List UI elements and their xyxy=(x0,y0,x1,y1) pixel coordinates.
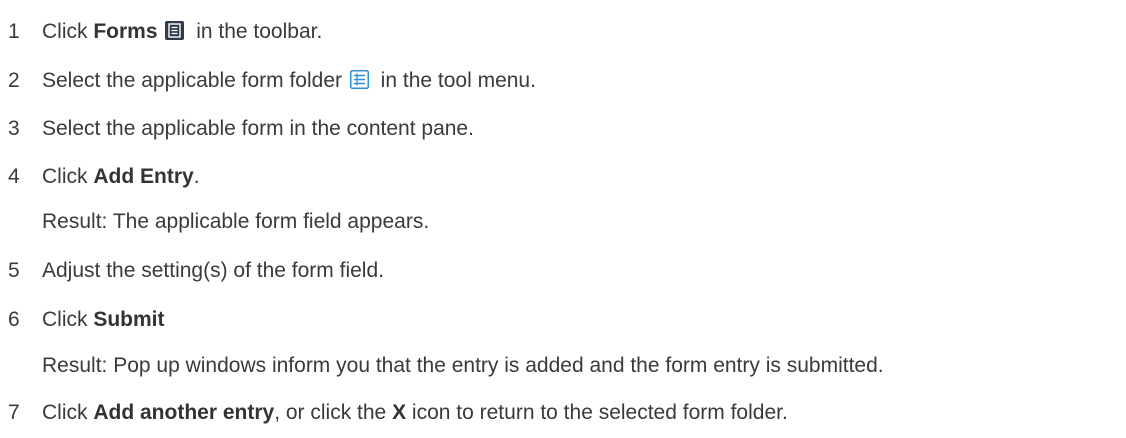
add-another-entry-label: Add another entry xyxy=(93,401,275,424)
step-text: Select the applicable form folder in the… xyxy=(42,66,536,96)
step-text-prefix: Click xyxy=(42,308,94,331)
step-text: Click Submit xyxy=(42,305,165,335)
submit-label: Submit xyxy=(93,308,165,331)
step-number: 6 xyxy=(8,308,20,331)
add-entry-label: Add Entry xyxy=(93,165,194,188)
step-text-prefix: Select the applicable form folder xyxy=(42,69,348,92)
step-text-suffix: in the tool menu. xyxy=(374,69,536,92)
step-number: 4 xyxy=(8,165,20,188)
step-text: Click Forms in the toolbar. xyxy=(42,17,322,47)
step-number: 5 xyxy=(8,259,20,282)
forms-label: Forms xyxy=(93,20,158,43)
step-text-suffix: . xyxy=(193,165,200,188)
result-text: Result: Pop up windows inform you that t… xyxy=(42,354,884,377)
step-text-prefix: Click xyxy=(42,165,94,188)
step-text-prefix: Click xyxy=(42,20,94,43)
step-number: 2 xyxy=(8,69,20,92)
procedure-steps: 1 Click Forms in the toolbar. 2 Select t… xyxy=(0,0,1126,438)
step-text-prefix: Click xyxy=(42,401,94,424)
x-icon-label: X xyxy=(392,401,407,424)
step-text-suffix: icon to return to the selected form fold… xyxy=(406,401,788,424)
step-number: 7 xyxy=(8,401,20,424)
step-text: Adjust the setting(s) of the form field. xyxy=(42,259,384,282)
result-text: Result: The applicable form field appear… xyxy=(42,210,430,233)
step-text-suffix: in the toolbar. xyxy=(190,20,323,43)
forms-icon xyxy=(165,19,185,40)
step-number: 3 xyxy=(8,117,20,140)
form-folder-icon xyxy=(349,68,369,89)
step-text-middle: , or click the xyxy=(274,401,393,424)
step-text: Select the applicable form in the conten… xyxy=(42,117,474,140)
step-text: Click Add another entry, or click the X … xyxy=(42,398,788,428)
step-text: Click Add Entry. xyxy=(42,162,200,192)
step-number: 1 xyxy=(8,20,20,43)
